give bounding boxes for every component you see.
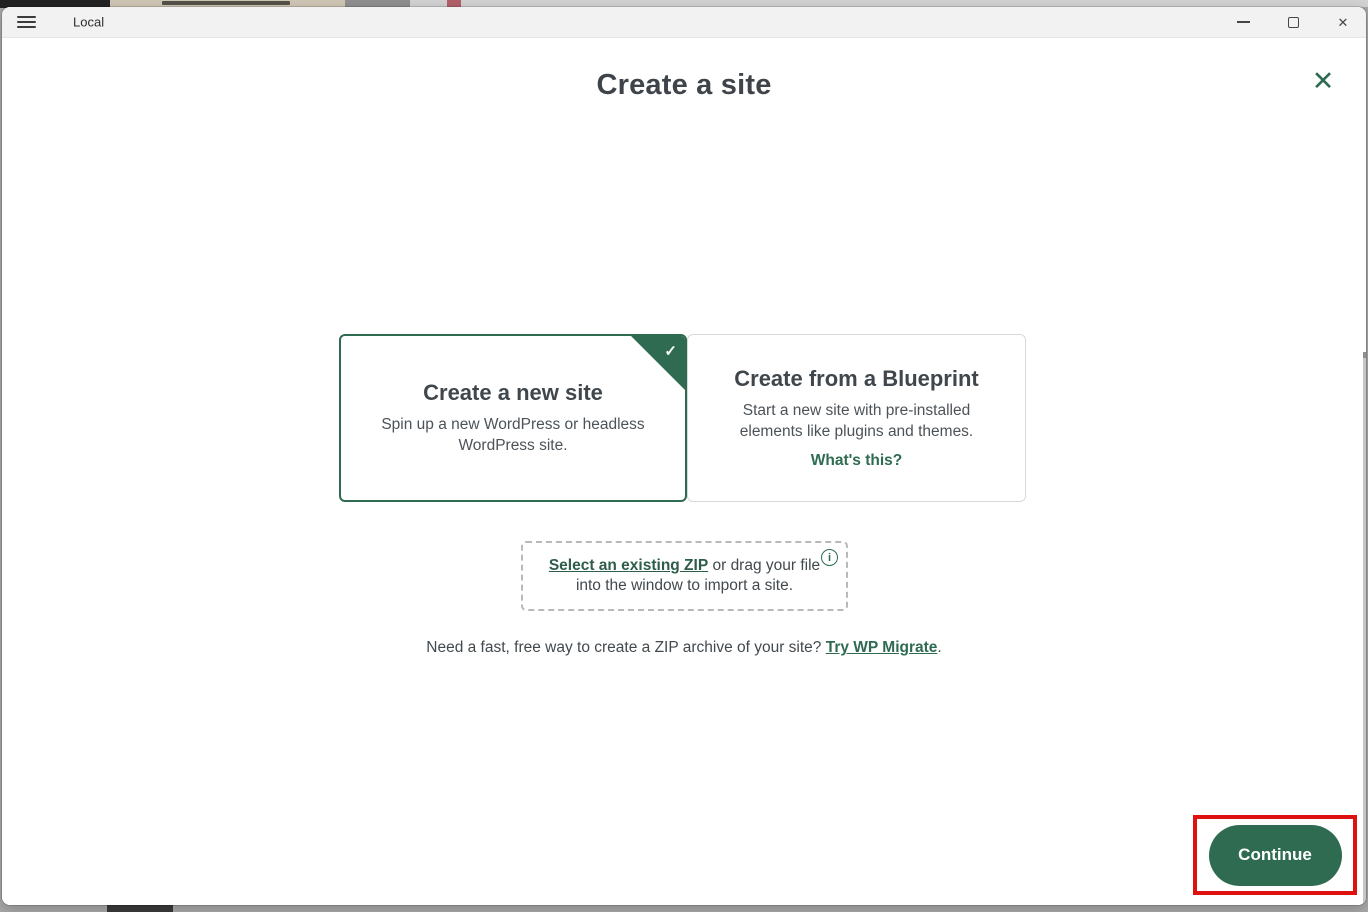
window-controls: ✕ (1236, 7, 1350, 37)
select-zip-link[interactable]: Select an existing ZIP (549, 557, 708, 574)
checkmark-icon: ✓ (664, 343, 677, 360)
background-app-text-smudge (162, 1, 290, 5)
background-scrollbar-strip (1363, 352, 1366, 905)
migrate-hint-period: . (937, 639, 942, 656)
background-icon-sliver (447, 0, 461, 7)
titlebar: Local ✕ (2, 7, 1366, 38)
card-create-new-site[interactable]: ✓ Create a new site Spin up a new WordPr… (339, 334, 687, 502)
hamburger-menu-icon[interactable] (17, 16, 36, 28)
site-option-cards: ✓ Create a new site Spin up a new WordPr… (339, 334, 1029, 502)
maximize-icon (1287, 16, 1299, 28)
create-site-dialog: Create a site ✕ ✓ Create a new site Spin… (2, 38, 1366, 905)
card-description: Spin up a new WordPress or headless Word… (381, 416, 645, 454)
close-window-icon: ✕ (1337, 14, 1349, 30)
wp-migrate-hint: Need a fast, free way to create a ZIP ar… (2, 639, 1366, 657)
continue-button[interactable]: Continue (1208, 824, 1342, 886)
minimize-button[interactable] (1236, 15, 1250, 29)
maximize-button[interactable] (1286, 15, 1300, 29)
card-create-from-blueprint[interactable]: Create from a Blueprint Start a new site… (687, 334, 1026, 502)
whats-this-link[interactable]: What's this? (811, 452, 903, 470)
card-title: Create a new site (423, 380, 603, 406)
zip-import-dropzone[interactable]: Select an existing ZIP or drag your file… (521, 541, 848, 611)
annotation-highlight-box: Continue (1193, 815, 1357, 895)
app-title: Local (73, 14, 105, 30)
local-app-window: Local ✕ Create a site ✕ ✓ Create a new s… (2, 7, 1366, 905)
page-title: Create a site (596, 69, 772, 101)
close-dialog-icon[interactable]: ✕ (1307, 65, 1339, 97)
close-window-button[interactable]: ✕ (1336, 15, 1350, 29)
info-icon[interactable]: i (821, 549, 838, 566)
selected-corner-ribbon (630, 336, 685, 391)
card-title: Create from a Blueprint (734, 366, 979, 392)
zip-import-text: Select an existing ZIP or drag your file… (549, 556, 821, 596)
minimize-icon (1236, 21, 1250, 23)
background-scrollbar-cap (1363, 352, 1366, 358)
migrate-hint-text: Need a fast, free way to create a ZIP ar… (426, 639, 826, 656)
try-wp-migrate-link[interactable]: Try WP Migrate (826, 639, 938, 656)
card-description: Start a new site with pre-installed elem… (739, 402, 974, 440)
background-gray-sliver (410, 0, 1368, 7)
